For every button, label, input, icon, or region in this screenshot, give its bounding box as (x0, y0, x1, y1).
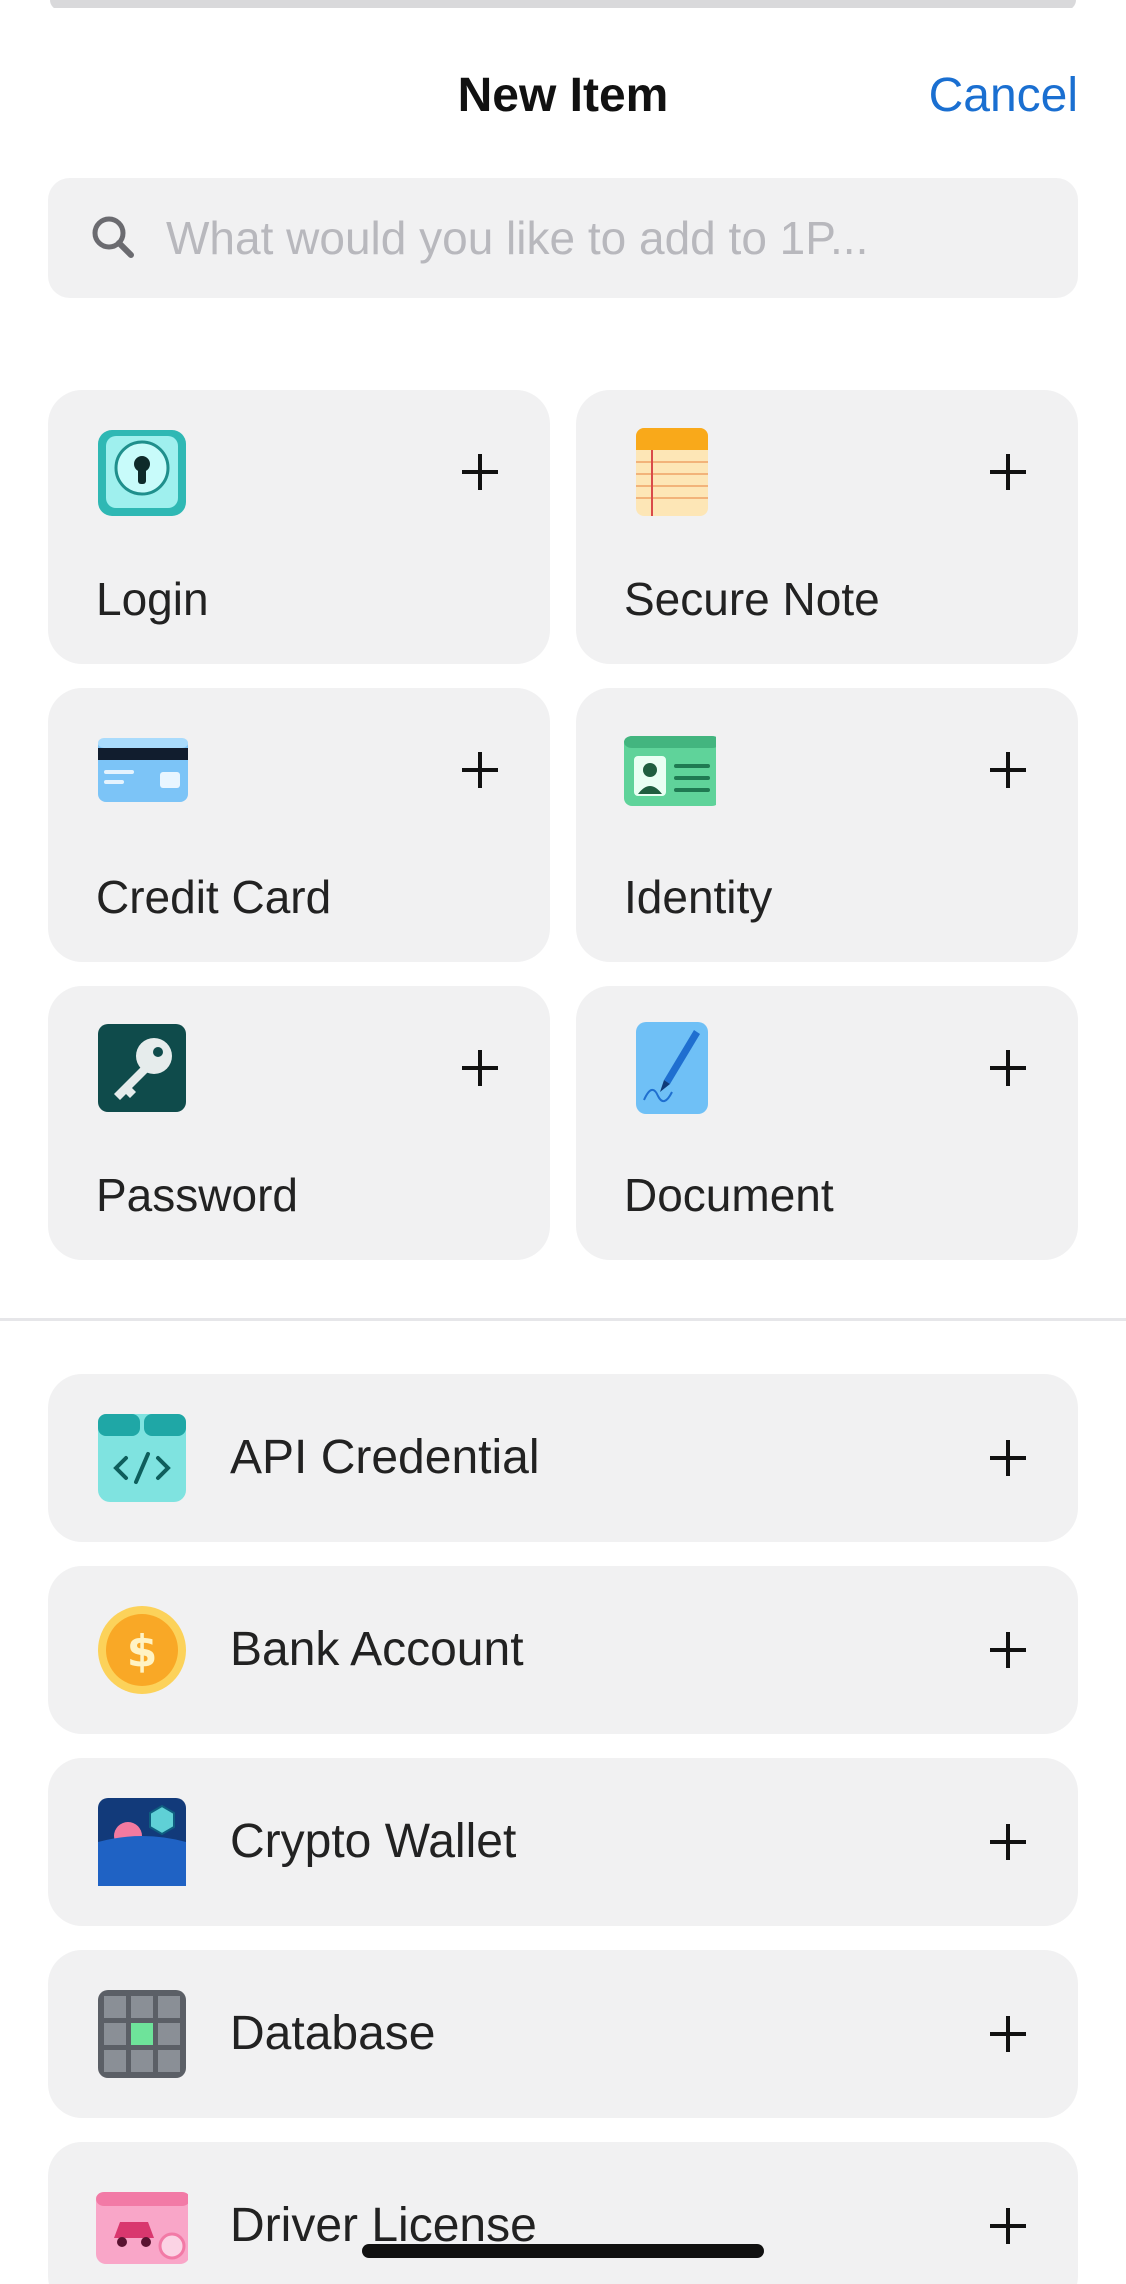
card-label: Secure Note (624, 573, 880, 625)
card-label: Credit Card (96, 871, 332, 923)
cancel-button[interactable]: Cancel (929, 68, 1078, 123)
add-icon (990, 2016, 1026, 2052)
credit-card-card[interactable]: Credit Card (48, 688, 550, 962)
add-icon (462, 752, 498, 788)
driver-license-row[interactable]: Driver License (48, 2142, 1078, 2284)
login-keyhole-icon (98, 430, 186, 516)
login-card[interactable]: Login (48, 390, 550, 664)
database-grid-icon (98, 1990, 186, 2078)
database-row[interactable]: Database (48, 1950, 1078, 2118)
add-icon (990, 2208, 1026, 2244)
add-icon (990, 1050, 1026, 1086)
add-icon (990, 1632, 1026, 1668)
secure-note-icon (636, 428, 708, 516)
svg-text:$: $ (127, 1626, 158, 1677)
password-card[interactable]: Password (48, 986, 550, 1260)
key-icon (98, 1024, 186, 1112)
add-icon (990, 752, 1026, 788)
new-item-sheet: New Item Cancel What would you like to a… (0, 8, 1126, 2284)
secure-note-card[interactable]: Secure Note (576, 390, 1078, 664)
home-indicator (362, 2244, 764, 2258)
card-label: Document (624, 1169, 834, 1221)
identity-card[interactable]: Identity (576, 688, 1078, 962)
dollar-coin-icon: $ (98, 1606, 186, 1694)
api-credential-row[interactable]: API Credential (48, 1374, 1078, 1542)
add-icon (462, 454, 498, 490)
search-input[interactable]: What would you like to add to 1P... (166, 211, 868, 265)
header: New Item Cancel (0, 8, 1126, 178)
document-pen-icon (636, 1022, 708, 1114)
api-code-icon (98, 1414, 186, 1502)
identity-card-icon (624, 736, 716, 806)
car-license-icon (96, 2192, 188, 2264)
row-label: Crypto Wallet (230, 1815, 517, 1868)
crypto-wallet-icon (98, 1798, 186, 1886)
bank-account-row[interactable]: $ Bank Account (48, 1566, 1078, 1734)
add-icon (990, 1440, 1026, 1476)
row-label: API Credential (230, 1431, 540, 1484)
section-divider (0, 1318, 1126, 1321)
card-label: Password (96, 1169, 298, 1221)
row-label: Bank Account (230, 1623, 524, 1676)
document-card[interactable]: Document (576, 986, 1078, 1260)
card-label: Login (96, 573, 209, 625)
crypto-wallet-row[interactable]: Crypto Wallet (48, 1758, 1078, 1926)
add-icon (462, 1050, 498, 1086)
add-icon (990, 454, 1026, 490)
add-icon (990, 1824, 1026, 1860)
search-icon (92, 216, 134, 258)
search-field[interactable]: What would you like to add to 1P... (48, 178, 1078, 298)
row-label: Database (230, 2007, 436, 2060)
card-label: Identity (624, 871, 773, 923)
credit-card-icon (98, 738, 188, 802)
